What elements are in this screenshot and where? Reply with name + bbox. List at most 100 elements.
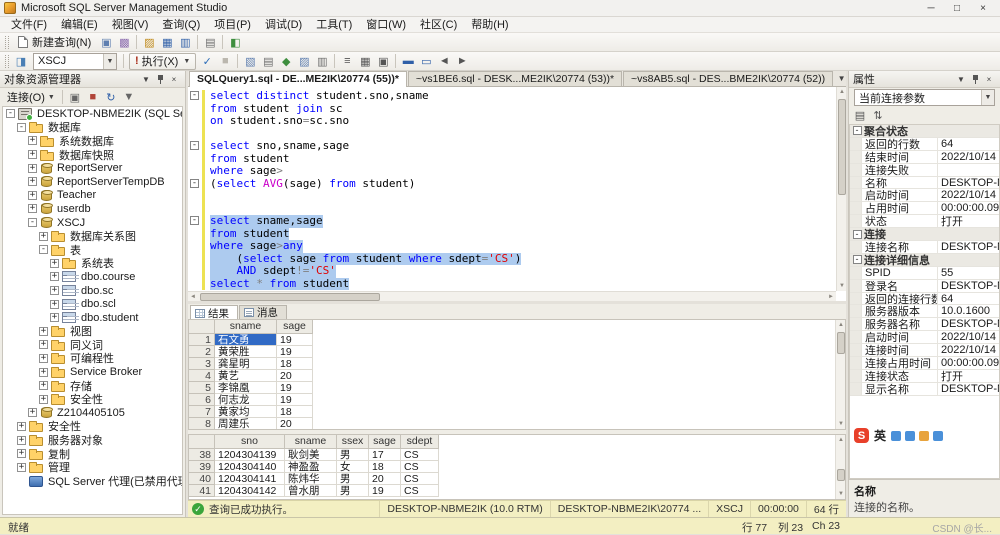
menu-item[interactable]: 社区(C)	[413, 17, 464, 33]
include-client-statistics-icon[interactable]: ▥	[313, 53, 331, 70]
database-selector[interactable]: XSCJ ▼	[33, 53, 117, 70]
grid-vertical-scrollbar[interactable]: ▲ ▼	[835, 320, 845, 429]
expand-icon[interactable]: +	[28, 408, 37, 417]
row-number[interactable]: 40	[189, 473, 215, 485]
sql-editor-code[interactable]: -select distinct student.sno,snamefrom s…	[188, 87, 836, 291]
menu-icon[interactable]	[933, 431, 943, 441]
activity-monitor-icon[interactable]: ◧	[226, 34, 244, 51]
decrease-indent-icon[interactable]: ◄	[435, 53, 453, 70]
property-section[interactable]: -连接	[850, 228, 999, 241]
collapse-icon[interactable]: -	[850, 230, 864, 239]
scrollbar-thumb[interactable]	[837, 469, 845, 481]
grid-cell[interactable]: 曾水朋	[285, 485, 337, 497]
grid-cell[interactable]: 神盈盈	[285, 461, 337, 473]
scroll-down-icon[interactable]: ▼	[836, 489, 846, 499]
grid-cell[interactable]: 男	[337, 473, 369, 485]
grid-cell[interactable]: 19	[369, 485, 401, 497]
scroll-up-icon[interactable]: ▲	[836, 320, 846, 330]
column-header[interactable]: ssex	[337, 435, 369, 449]
scrollbar-thumb[interactable]	[200, 293, 380, 301]
tree-item[interactable]: -数据库	[3, 121, 182, 135]
results-grid-1[interactable]: ▲ ▼ snamesage1石文勇192黄荣胜193龚星明184黄艺205李锦凰…	[188, 319, 846, 430]
expand-icon[interactable]: +	[28, 164, 37, 173]
property-section[interactable]: -聚合状态	[850, 125, 999, 138]
grid-cell[interactable]: 20	[277, 370, 313, 382]
tree-item[interactable]: +服务器对象	[3, 433, 182, 447]
grid-vertical-scrollbar[interactable]: ▲ ▼	[835, 435, 845, 499]
collapse-icon[interactable]: -	[17, 123, 26, 132]
expand-icon[interactable]: +	[50, 300, 59, 309]
collapse-icon[interactable]: -	[850, 126, 864, 135]
expand-icon[interactable]: +	[39, 232, 48, 241]
grid-cell[interactable]: 李锦凰	[215, 382, 277, 394]
grid-cell[interactable]: 18	[277, 358, 313, 370]
voice-icon[interactable]	[891, 431, 901, 441]
scrollbar-thumb[interactable]	[837, 332, 845, 354]
expand-icon[interactable]: +	[28, 136, 37, 145]
grid-cell[interactable]: CS	[401, 473, 439, 485]
execute-button[interactable]: ! 执行(X) ▼	[129, 53, 196, 70]
grid-cell[interactable]: 女	[337, 461, 369, 473]
connection-selector[interactable]: 当前连接参数 ▼	[854, 89, 995, 106]
property-row[interactable]: 连接占用时间00:00:00.099	[850, 357, 999, 370]
handwriting-icon[interactable]	[905, 431, 915, 441]
pin-icon[interactable]	[153, 73, 167, 86]
grid-cell[interactable]: 18	[277, 406, 313, 418]
menu-item[interactable]: 项目(P)	[207, 17, 258, 33]
grid-cell[interactable]: 20	[369, 473, 401, 485]
grid-cell[interactable]: CS	[401, 449, 439, 461]
grid-cell[interactable]: CS	[401, 461, 439, 473]
toolbox-icon[interactable]	[919, 431, 929, 441]
grid-cell[interactable]: 黄艺	[215, 370, 277, 382]
menu-item[interactable]: 工具(T)	[309, 17, 359, 33]
row-number[interactable]: 2	[189, 346, 215, 358]
open-file-icon[interactable]: ▨	[140, 34, 158, 51]
tree-item[interactable]: SQL Server 代理(已禁用代理 XP)	[3, 474, 182, 488]
property-row[interactable]: 占用时间00:00:00.099	[850, 202, 999, 215]
menu-item[interactable]: 编辑(E)	[54, 17, 105, 33]
results-tab[interactable]: 结果	[190, 305, 238, 320]
tree-item[interactable]: +Z2104405105	[3, 406, 182, 420]
expand-icon[interactable]: +	[39, 354, 48, 363]
grid-cell[interactable]: 耿剑美	[285, 449, 337, 461]
expand-icon[interactable]: +	[39, 327, 48, 336]
grid-cell[interactable]: 19	[277, 334, 313, 346]
collapse-icon[interactable]: -	[190, 91, 199, 100]
tree-item[interactable]: -DESKTOP-NBME2IK (SQL Server 10.0.160...	[3, 107, 182, 121]
include-actual-plan-icon[interactable]: ▨	[295, 53, 313, 70]
grid-cell[interactable]: 18	[369, 461, 401, 473]
chevron-down-icon[interactable]: ▼	[183, 58, 190, 65]
property-row[interactable]: 登录名DESKTOP-NBME2I...	[850, 280, 999, 293]
expand-icon[interactable]: +	[50, 313, 59, 322]
column-header[interactable]: sage	[277, 320, 313, 334]
menu-item[interactable]: 查询(Q)	[155, 17, 207, 33]
panel-close-icon[interactable]: ×	[982, 73, 996, 86]
tab-list-icon[interactable]: ▼	[834, 71, 849, 85]
panel-menu-icon[interactable]: ▼	[954, 73, 968, 86]
property-row[interactable]: 连接时间2022/10/14 11:11:4...	[850, 344, 999, 357]
editor-vertical-scrollbar[interactable]: ▲ ▼	[836, 87, 846, 291]
tree-item[interactable]: +dbo.student	[3, 311, 182, 325]
expand-icon[interactable]: +	[39, 381, 48, 390]
grid-corner[interactable]	[189, 320, 215, 334]
collapse-icon[interactable]: -	[190, 179, 199, 188]
expand-icon[interactable]: +	[28, 191, 37, 200]
save-all-icon[interactable]: ▥	[176, 34, 194, 51]
row-number[interactable]: 1	[189, 334, 215, 346]
tree-item[interactable]: +dbo.sc	[3, 284, 182, 298]
pin-icon[interactable]	[968, 73, 982, 86]
property-row[interactable]: 结束时间2022/10/14 11:11:4...	[850, 151, 999, 164]
editor-tab[interactable]: ~vs8AB5.sql - DES...BME2IK\20774 (52))	[623, 71, 833, 86]
results-to-text-icon[interactable]: ≡	[338, 53, 356, 70]
scroll-up-icon[interactable]: ▲	[836, 435, 846, 445]
tree-item[interactable]: +安全性	[3, 420, 182, 434]
analysis-services-query-icon[interactable]: ▩	[115, 34, 133, 51]
toolbar-grip[interactable]	[5, 36, 9, 49]
property-grid[interactable]: -聚合状态返回的行数64结束时间2022/10/14 11:11:4...连接失…	[849, 124, 1000, 479]
server-group-icon[interactable]: ▣	[66, 89, 84, 106]
row-number[interactable]: 3	[189, 358, 215, 370]
column-header[interactable]: sdept	[401, 435, 439, 449]
object-explorer-tree[interactable]: -DESKTOP-NBME2IK (SQL Server 10.0.160...…	[2, 106, 183, 515]
panel-menu-icon[interactable]: ▼	[139, 73, 153, 86]
menu-item[interactable]: 帮助(H)	[464, 17, 515, 33]
